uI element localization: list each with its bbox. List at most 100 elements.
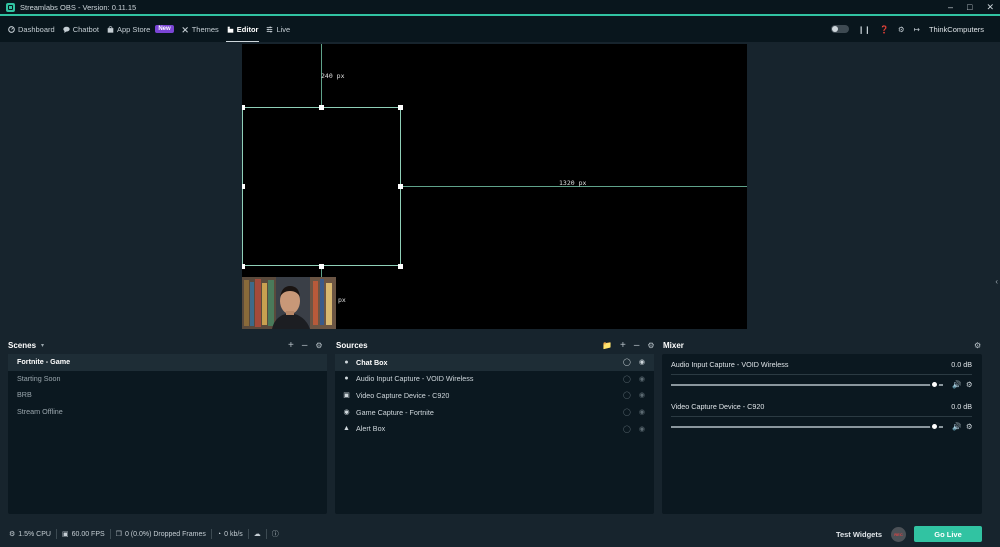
audio-level-meter	[671, 374, 972, 375]
username[interactable]: ThinkComputers	[929, 25, 984, 34]
nav-right-tools: ❙❙ ❓ ⚙ ↦ ThinkComputers	[831, 16, 984, 42]
source-item[interactable]: ◉ Game Capture - Fortnite ◯ ◉	[335, 404, 654, 421]
scene-item[interactable]: BRB	[8, 387, 327, 404]
chatbot-icon	[63, 26, 70, 33]
editor-icon	[227, 26, 234, 33]
source-item[interactable]: ● Audio Input Capture - VOID Wireless ◯ ◉	[335, 371, 654, 388]
info-stat: ⓘ	[267, 529, 284, 539]
audio-level-meter	[671, 416, 972, 417]
visibility-eye-icon[interactable]: ◉	[639, 425, 645, 433]
microphone-icon: ●	[344, 375, 349, 383]
source-label: Game Capture - Fortnite	[356, 407, 434, 417]
mixer-settings-icon[interactable]: ⚙	[974, 341, 981, 350]
lock-icon[interactable]: ◯	[623, 408, 631, 416]
resize-handle-bm[interactable]	[319, 264, 324, 269]
sources-panel: ● Chat Box ◯ ◉ ● Audio Input Capture - VO…	[335, 354, 654, 514]
lock-icon[interactable]: ◯	[623, 391, 631, 399]
test-widgets-button[interactable]: Test Widgets	[836, 530, 882, 539]
source-item[interactable]: ▲ Alert Box ◯ ◉	[335, 420, 654, 437]
source-label: Audio Input Capture - VOID Wireless	[356, 374, 474, 384]
fps-icon: ▣	[61, 531, 69, 538]
nav-themes[interactable]: Themes	[182, 16, 219, 42]
go-live-button[interactable]: Go Live	[914, 526, 982, 542]
scenes-dropdown-icon[interactable]: ▾	[41, 342, 44, 349]
source-row-tools: ◯ ◉	[623, 391, 645, 399]
close-icon[interactable]: ✕	[986, 2, 994, 13]
volume-slider[interactable]	[671, 426, 943, 428]
volume-slider-knob[interactable]	[930, 380, 939, 389]
cloud-icon[interactable]: ☁	[254, 530, 261, 538]
visibility-eye-icon[interactable]: ◉	[639, 408, 645, 416]
resize-handle-tr[interactable]	[398, 105, 403, 110]
minimize-icon[interactable]: –	[948, 2, 953, 12]
resize-handle-tm[interactable]	[319, 105, 324, 110]
source-row-tools: ◯ ◉	[623, 425, 645, 433]
nav-live[interactable]: Live	[266, 16, 290, 42]
resize-handle-tl[interactable]	[242, 105, 245, 110]
window-controls: – □ ✕	[948, 0, 994, 14]
nav-dashboard[interactable]: Dashboard	[8, 16, 55, 42]
record-label: REC	[894, 531, 903, 537]
channel-settings-icon[interactable]: ⚙	[966, 380, 973, 389]
collapse-chevron-icon[interactable]: ‹	[995, 277, 998, 286]
lock-icon[interactable]: ◯	[623, 425, 631, 433]
scene-settings-icon[interactable]: ⚙	[315, 341, 322, 350]
preview-canvas[interactable]: 240 px 1320 px px	[242, 44, 747, 329]
resize-handle-bl[interactable]	[242, 264, 245, 269]
source-row-tools: ◯ ◉	[623, 408, 645, 416]
nav-chatbot[interactable]: Chatbot	[63, 16, 99, 42]
visibility-eye-icon[interactable]: ◉	[639, 358, 645, 366]
maximize-icon[interactable]: □	[967, 2, 972, 12]
selected-source-bounds[interactable]	[242, 107, 401, 266]
scene-item[interactable]: Starting Soon	[8, 371, 327, 388]
add-scene-icon[interactable]: +	[288, 340, 294, 351]
layout-icon[interactable]: ❙❙	[858, 25, 871, 34]
source-label: Alert Box	[356, 424, 386, 434]
lock-icon[interactable]: ◯	[623, 358, 631, 366]
resize-handle-mr[interactable]	[398, 184, 403, 189]
themes-icon	[182, 26, 188, 33]
add-source-icon[interactable]: +	[620, 340, 626, 351]
streamlabs-logo-icon	[6, 2, 15, 12]
settings-gear-icon[interactable]: ⚙	[898, 25, 905, 34]
scenes-header: Scenes ▾	[8, 339, 44, 351]
add-folder-icon[interactable]: 📁	[602, 341, 612, 350]
nav-app-store-label: App Store	[116, 24, 151, 34]
resize-handle-br[interactable]	[398, 264, 403, 269]
webcam-icon: ▣	[343, 392, 350, 400]
scenes-title: Scenes	[8, 340, 37, 350]
mixer-panel: Audio Input Capture - VOID Wireless 0.0 …	[662, 354, 982, 514]
remove-source-icon[interactable]: –	[634, 340, 640, 351]
source-settings-icon[interactable]: ⚙	[647, 341, 654, 350]
night-mode-toggle[interactable]	[831, 25, 850, 33]
scene-item[interactable]: Fortnite - Game	[8, 354, 327, 371]
visibility-eye-icon[interactable]: ◉	[639, 391, 645, 399]
scene-item[interactable]: Stream Offline	[8, 404, 327, 421]
volume-slider[interactable]	[671, 384, 943, 386]
speaker-icon[interactable]: 🔊	[952, 380, 961, 389]
cpu-value: 1.5% CPU	[18, 530, 51, 538]
volume-slider-knob[interactable]	[930, 422, 939, 431]
sources-header: Sources	[336, 339, 368, 351]
sources-title: Sources	[336, 340, 368, 350]
logout-icon[interactable]: ↦	[914, 25, 920, 34]
channel-settings-icon[interactable]: ⚙	[966, 422, 973, 431]
source-item[interactable]: ● Chat Box ◯ ◉	[335, 354, 654, 371]
remove-scene-icon[interactable]: –	[302, 340, 308, 351]
webcam-feed[interactable]	[242, 277, 336, 329]
nav-editor[interactable]: Editor	[225, 16, 260, 42]
info-icon[interactable]: ⓘ	[272, 529, 279, 539]
lock-icon[interactable]: ◯	[623, 375, 631, 383]
editor-area: 240 px 1320 px px ‹	[0, 42, 1000, 335]
source-item[interactable]: ▣ Video Capture Device - C920 ◯ ◉	[335, 387, 654, 404]
guide-bottom-label: px	[338, 296, 346, 304]
speaker-icon[interactable]: 🔊	[952, 422, 961, 431]
nav-themes-label: Themes	[191, 24, 219, 34]
source-label: Video Capture Device - C920	[356, 390, 450, 400]
nav-app-store[interactable]: App Store New	[107, 16, 174, 42]
resize-handle-ml[interactable]	[242, 184, 245, 189]
record-button[interactable]: REC	[891, 526, 906, 542]
help-icon[interactable]: ❓	[880, 25, 889, 34]
mixer-header: Mixer	[663, 339, 684, 351]
visibility-eye-icon[interactable]: ◉	[639, 375, 645, 383]
